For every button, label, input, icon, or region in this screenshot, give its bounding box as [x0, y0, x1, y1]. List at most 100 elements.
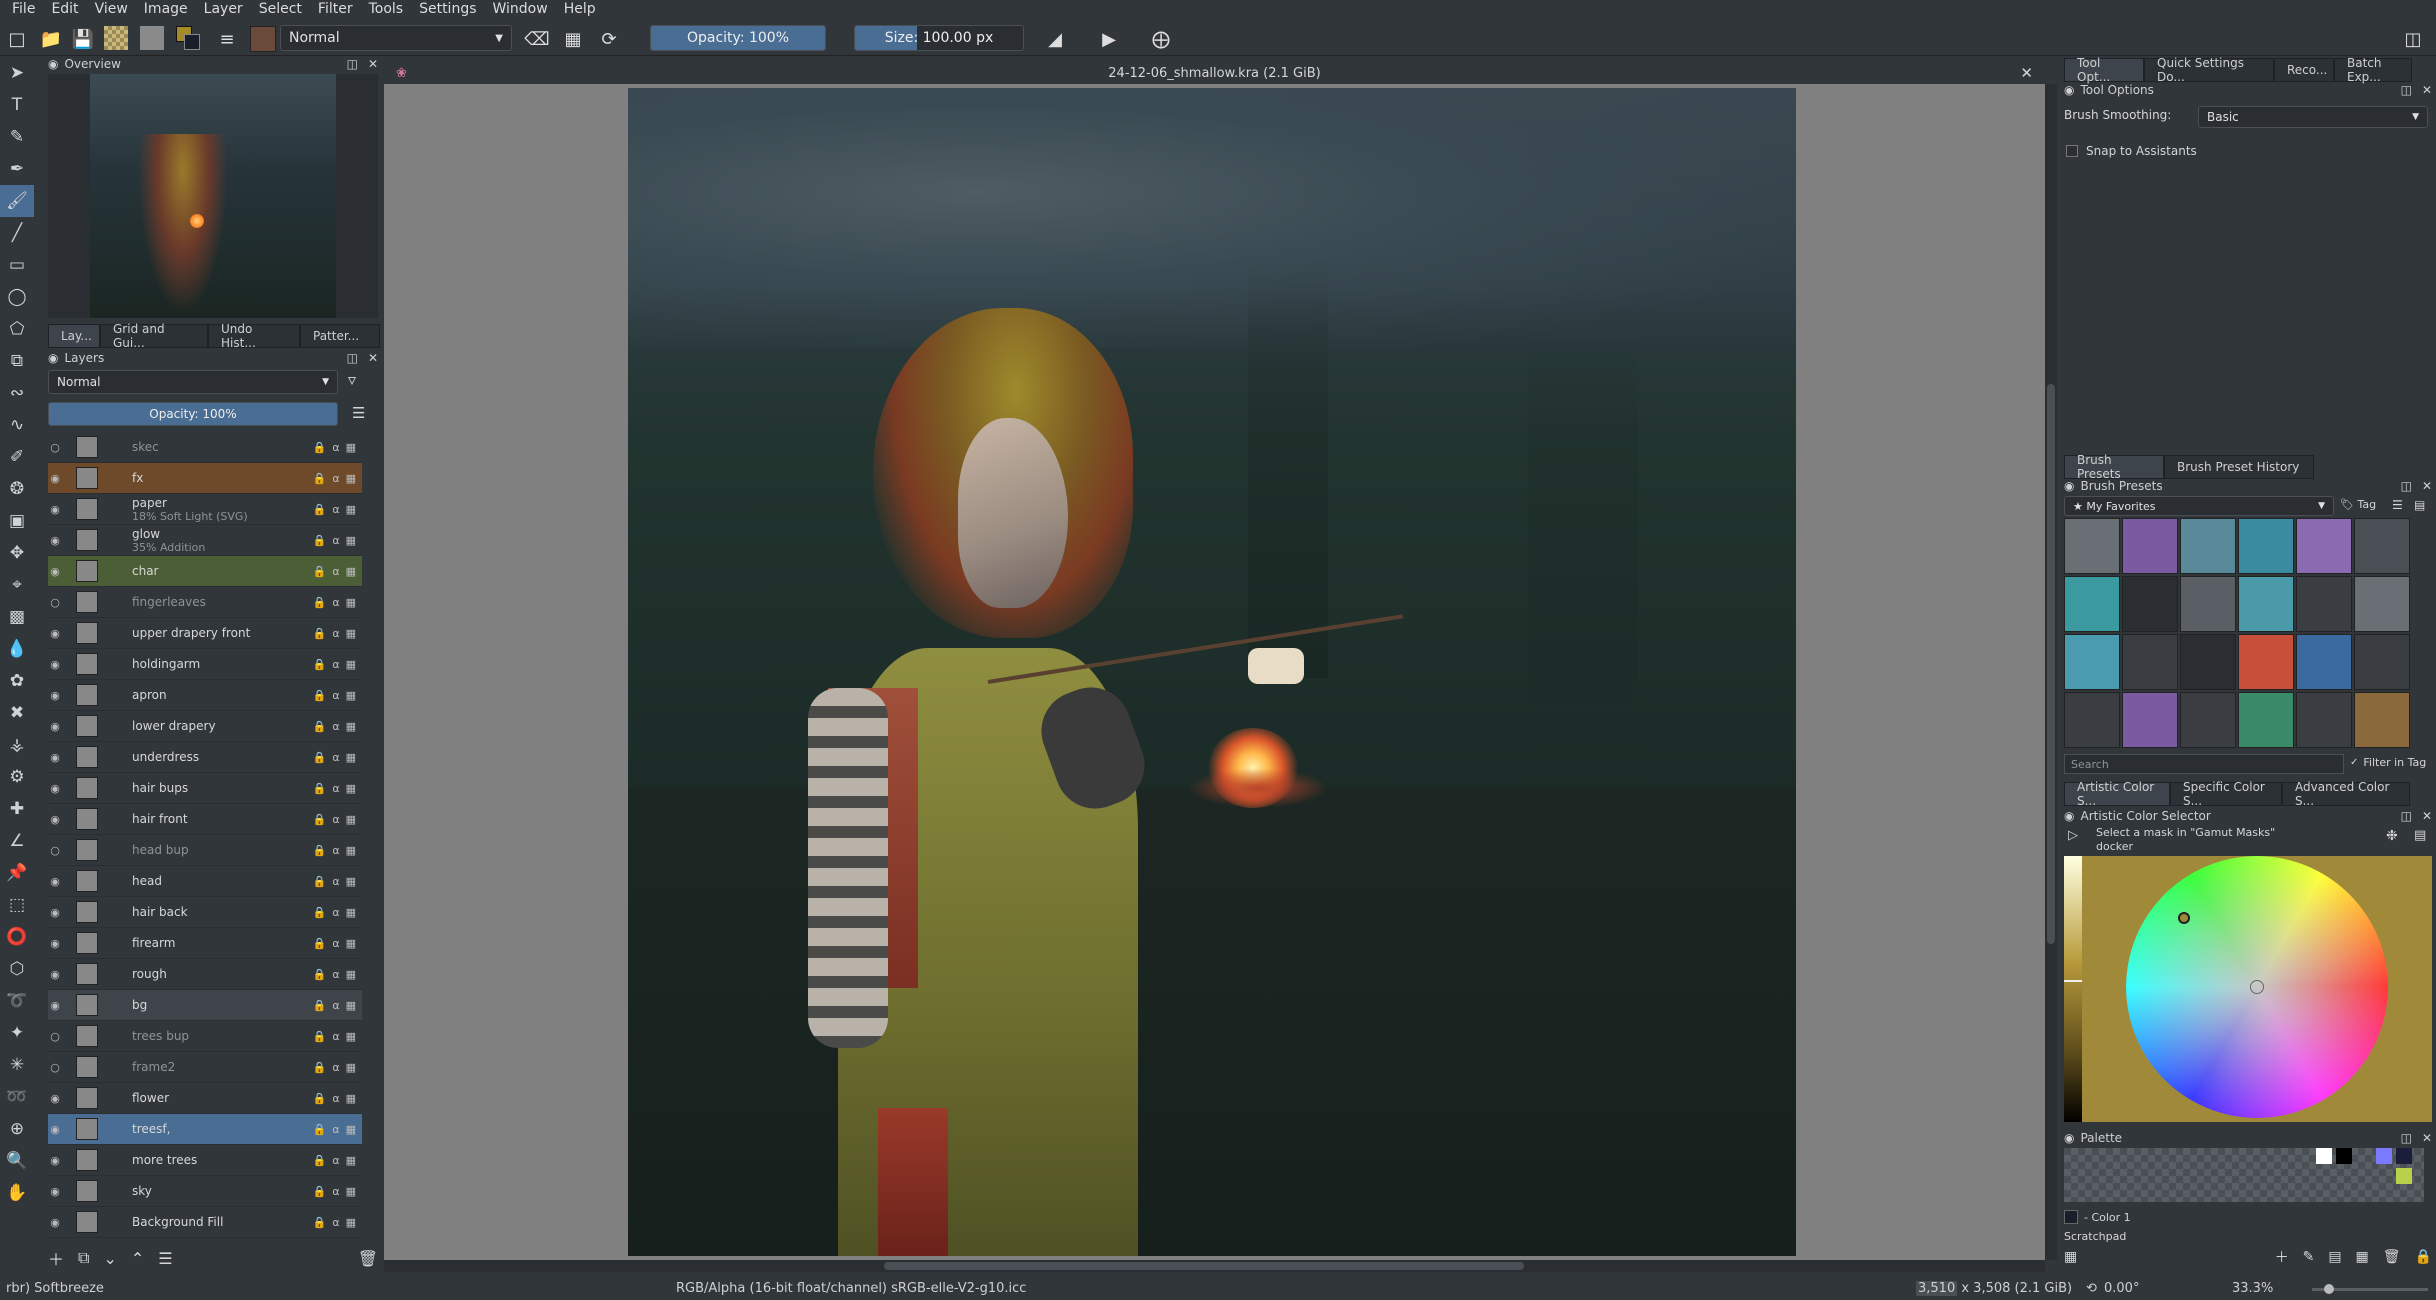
- lock-icon[interactable]: 🔒: [313, 999, 327, 1012]
- inherit-alpha-icon[interactable]: ▦: [346, 565, 356, 578]
- brush-preset-tile[interactable]: [2296, 692, 2352, 748]
- layer-row[interactable]: ◉ rough 🔒 α ▦: [48, 959, 362, 990]
- calligraphy-tool-icon[interactable]: ✒: [0, 153, 34, 185]
- canvas-vertical-scrollbar[interactable]: [2045, 84, 2057, 1260]
- brush-preset-tile[interactable]: [2064, 576, 2120, 632]
- brush-view-icon[interactable]: ▤: [2414, 498, 2425, 512]
- alpha-lock-icon[interactable]: α: [332, 844, 339, 857]
- brush-preset-tile[interactable]: [2064, 634, 2120, 690]
- polygon-tool-icon[interactable]: ⬠: [0, 313, 34, 345]
- docker-float-icon[interactable]: ◉: [2064, 809, 2074, 823]
- checkmark-icon[interactable]: ✓: [2350, 757, 2358, 768]
- opacity-slider[interactable]: Opacity: 100%: [650, 25, 826, 51]
- lock-icon[interactable]: 🔒: [313, 844, 327, 857]
- brush-preset-tile[interactable]: [2354, 692, 2410, 748]
- palette-swatch[interactable]: [2396, 1168, 2412, 1184]
- eye-icon[interactable]: ◉: [48, 1154, 62, 1167]
- layer-row[interactable]: ◉ more trees 🔒 α ▦: [48, 1145, 362, 1176]
- delete-layer-icon[interactable]: 🗑: [358, 1249, 378, 1268]
- zoom-slider[interactable]: [2312, 1284, 2428, 1294]
- tab-advanced-color-selector[interactable]: Advanced Color S...: [2282, 780, 2410, 808]
- layer-row[interactable]: ◉ apron 🔒 α ▦: [48, 680, 362, 711]
- filter-in-tag-row[interactable]: ✓ Filter in Tag: [2350, 756, 2426, 769]
- select-shape-tool-icon[interactable]: ➤: [0, 57, 34, 89]
- eye-hidden-icon[interactable]: ○: [48, 1061, 62, 1074]
- inherit-alpha-icon[interactable]: ▦: [346, 968, 356, 981]
- inherit-alpha-icon[interactable]: ▦: [346, 875, 356, 888]
- inherit-alpha-icon[interactable]: ▦: [346, 906, 356, 919]
- inherit-alpha-icon[interactable]: ▦: [346, 1061, 356, 1074]
- eye-icon[interactable]: ◉: [48, 906, 62, 919]
- palette-swatch[interactable]: [2396, 1148, 2412, 1164]
- menu-image[interactable]: Image: [136, 0, 196, 18]
- mirror-horizontal-icon[interactable]: ◢: [1042, 26, 1068, 52]
- value-slider-handle[interactable]: [2064, 980, 2082, 982]
- lock-icon[interactable]: 🔒: [313, 1123, 327, 1136]
- lock-icon[interactable]: 🔒: [313, 503, 327, 516]
- mirror-vertical-icon[interactable]: ▶: [1096, 26, 1122, 52]
- alpha-lock-icon[interactable]: α: [332, 441, 339, 454]
- inherit-alpha-icon[interactable]: ▦: [346, 1030, 356, 1043]
- lock-icon[interactable]: 🔒: [313, 906, 327, 919]
- brush-preset-tile[interactable]: [2238, 692, 2294, 748]
- eye-icon[interactable]: ◉: [48, 1123, 62, 1136]
- palette-icon[interactable]: ▦: [2064, 1249, 2077, 1265]
- lock-icon[interactable]: 🔒: [313, 658, 327, 671]
- brush-preset-tile[interactable]: [2180, 576, 2236, 632]
- lock-icon[interactable]: 🔒: [313, 472, 327, 485]
- brush-preset-tile[interactable]: [2122, 576, 2178, 632]
- menu-file[interactable]: File: [4, 0, 43, 18]
- snap-checkbox[interactable]: [2066, 145, 2078, 157]
- alpha-lock-icon[interactable]: α: [332, 813, 339, 826]
- alpha-lock-icon[interactable]: α: [332, 720, 339, 733]
- palette-swatches[interactable]: [2064, 1148, 2424, 1202]
- menu-layer[interactable]: Layer: [196, 0, 251, 18]
- eye-hidden-icon[interactable]: ○: [48, 441, 62, 454]
- inherit-alpha-icon[interactable]: ▦: [346, 627, 356, 640]
- close-icon[interactable]: ✕: [368, 351, 378, 365]
- inherit-alpha-icon[interactable]: ▦: [346, 751, 356, 764]
- eye-icon[interactable]: ◉: [48, 1185, 62, 1198]
- inherit-alpha-icon[interactable]: ▦: [346, 596, 356, 609]
- alpha-lock-icon[interactable]: α: [332, 782, 339, 795]
- layer-row[interactable]: ◉ holdingarm 🔒 α ▦: [48, 649, 362, 680]
- brush-preset-tile[interactable]: [2354, 576, 2410, 632]
- layer-row[interactable]: ○ frame2 🔒 α ▦: [48, 1052, 362, 1083]
- inherit-alpha-icon[interactable]: ▦: [346, 1123, 356, 1136]
- eye-hidden-icon[interactable]: ○: [48, 844, 62, 857]
- eraser-mode-icon[interactable]: ⌫: [524, 26, 550, 52]
- layer-row[interactable]: ◉ treesf, 🔒 α ▦: [48, 1114, 362, 1145]
- eye-icon[interactable]: ◉: [48, 534, 62, 547]
- eye-icon[interactable]: ◉: [48, 782, 62, 795]
- tab-layers[interactable]: Lay...: [48, 324, 100, 348]
- layer-row[interactable]: ◉ sky 🔒 α ▦: [48, 1176, 362, 1207]
- alpha-lock-icon[interactable]: α: [332, 875, 339, 888]
- lock-icon[interactable]: 🔒: [313, 968, 327, 981]
- menu-edit[interactable]: Edit: [43, 0, 86, 18]
- menu-view[interactable]: View: [87, 0, 136, 18]
- layer-row[interactable]: ○ fingerleaves 🔒 α ▦: [48, 587, 362, 618]
- preserve-alpha-icon[interactable]: ▦: [560, 26, 586, 52]
- brush-preset-tile[interactable]: [2122, 692, 2178, 748]
- delete-color-icon[interactable]: 🗑: [2383, 1249, 2401, 1265]
- open-document-icon[interactable]: 📁: [38, 26, 64, 52]
- palette-swatch[interactable]: [2376, 1148, 2392, 1164]
- close-document-icon[interactable]: ✕: [2020, 64, 2033, 82]
- menu-window[interactable]: Window: [485, 0, 556, 18]
- brush-preset-tile[interactable]: [2064, 518, 2120, 574]
- alpha-lock-icon[interactable]: α: [332, 596, 339, 609]
- lock-icon[interactable]: 🔒: [313, 1185, 327, 1198]
- gradient-preset-icon[interactable]: [104, 26, 128, 50]
- inherit-alpha-icon[interactable]: ▦: [346, 813, 356, 826]
- docker-float-icon[interactable]: ◉: [2064, 1131, 2074, 1145]
- alpha-lock-icon[interactable]: α: [332, 658, 339, 671]
- eye-icon[interactable]: ◉: [48, 503, 62, 516]
- edit-color-icon[interactable]: ✎: [2303, 1249, 2315, 1265]
- save-document-icon[interactable]: 💾: [70, 26, 96, 52]
- palette-table-icon[interactable]: ▦: [2356, 1249, 2369, 1265]
- layer-row[interactable]: ◉ glow 35% Addition 🔒 α ▦: [48, 525, 362, 556]
- brush-preset-icon[interactable]: [250, 26, 276, 52]
- pattern-preset-icon[interactable]: [140, 26, 164, 50]
- close-icon[interactable]: ✕: [2422, 809, 2432, 823]
- alpha-lock-icon[interactable]: α: [332, 906, 339, 919]
